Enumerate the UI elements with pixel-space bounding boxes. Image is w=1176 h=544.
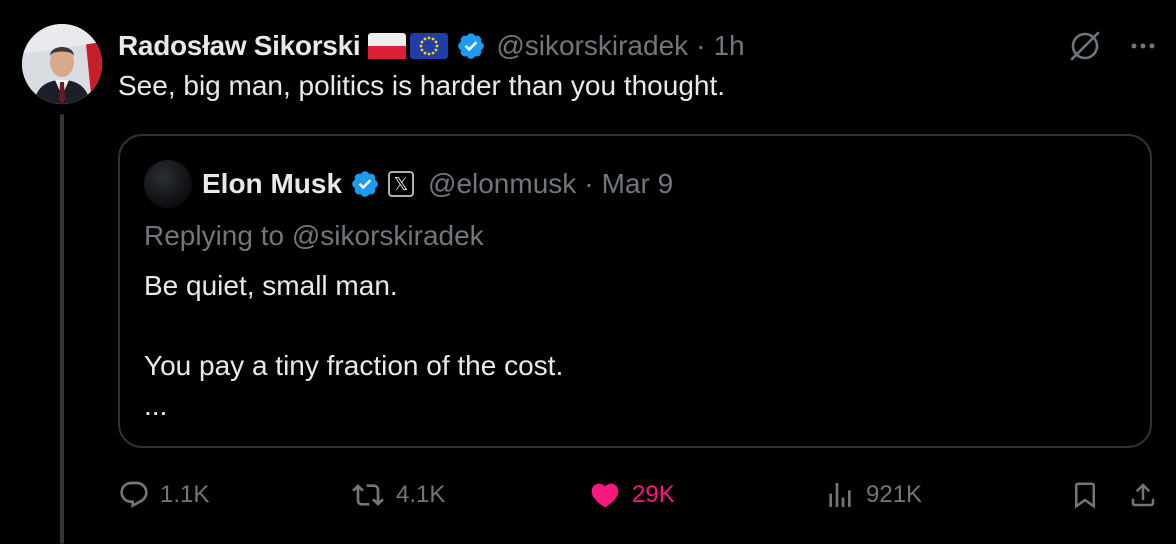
thread-line — [60, 114, 64, 544]
views-count: 921K — [866, 481, 923, 508]
share-group — [1070, 472, 1158, 518]
repost-icon — [350, 479, 386, 511]
post-time[interactable]: 1h — [713, 30, 744, 62]
repost-button[interactable]: 4.1K — [350, 472, 445, 518]
quoted-date[interactable]: Mar 9 — [602, 168, 674, 200]
reply-icon — [118, 479, 150, 511]
quoted-post[interactable]: Elon Musk 𝕏 @elonmusk · Mar 9 Replying t… — [118, 134, 1152, 448]
heart-icon — [588, 479, 622, 511]
author-name[interactable]: Radosław Sikorski — [118, 30, 361, 62]
replying-to: Replying to @sikorskiradek — [144, 220, 484, 251]
post-text: See, big man, politics is harder than yo… — [118, 70, 726, 101]
like-count: 29K — [632, 481, 675, 508]
quoted-avatar[interactable] — [144, 160, 192, 208]
reply-button[interactable]: 1.1K — [118, 472, 209, 518]
views-chart-icon — [824, 479, 856, 511]
separator-dot: · — [584, 168, 594, 199]
repost-count: 4.1K — [396, 481, 446, 508]
post-header: Radosław Sikorski @sikorskiradek · 1h — [118, 24, 1158, 68]
quoted-line-1: Be quiet, small man. — [144, 270, 398, 301]
poland-flag-icon — [368, 33, 407, 59]
like-button[interactable]: 29K — [588, 472, 675, 518]
verified-badge-icon — [350, 169, 380, 199]
grok-icon[interactable] — [1068, 29, 1102, 63]
separator-dot: · — [696, 30, 706, 61]
quoted-header: Elon Musk 𝕏 @elonmusk · Mar 9 — [144, 158, 673, 210]
quoted-author-name[interactable]: Elon Musk — [202, 168, 342, 200]
quoted-more: ... — [144, 390, 168, 421]
verified-badge-icon — [456, 31, 486, 61]
avatar-photo — [22, 24, 102, 104]
action-bar: 1.1K 4.1K 29K 921K — [118, 472, 1158, 518]
bookmark-icon[interactable] — [1070, 479, 1100, 511]
reply-count: 1.1K — [160, 481, 210, 508]
author-handle[interactable]: @sikorskiradek — [496, 30, 688, 62]
quoted-text: Be quiet, small man. You pay a tiny frac… — [144, 266, 563, 426]
views-button[interactable]: 921K — [824, 472, 922, 518]
more-options-icon[interactable] — [1128, 31, 1158, 61]
quoted-handle[interactable]: @elonmusk — [428, 168, 576, 200]
quoted-line-2: You pay a tiny fraction of the cost. — [144, 350, 564, 381]
share-icon[interactable] — [1128, 479, 1158, 511]
x-affiliate-badge-icon: 𝕏 — [388, 171, 415, 197]
eu-flag-icon — [410, 33, 449, 59]
avatar[interactable] — [22, 24, 102, 104]
top-actions — [1068, 24, 1158, 68]
